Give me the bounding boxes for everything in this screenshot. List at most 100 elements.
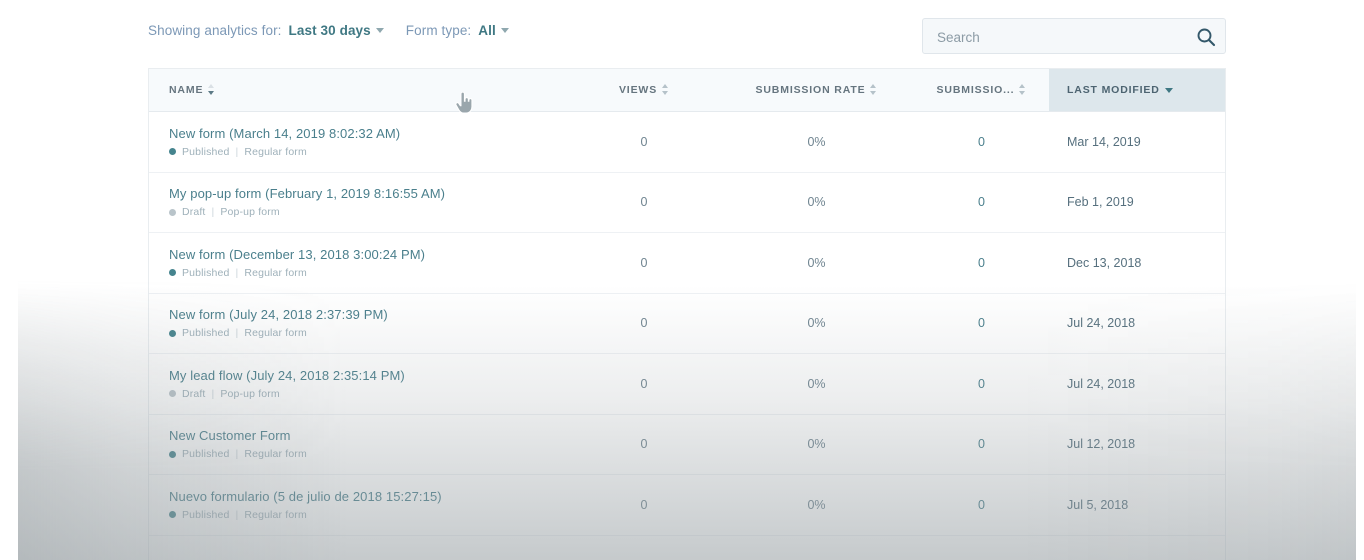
cell-submissions: 0: [914, 498, 1049, 512]
form-type-filter[interactable]: Form type: All: [406, 23, 509, 38]
column-header-submission-rate[interactable]: SUBMISSION RATE: [719, 69, 914, 111]
sort-descending-icon[interactable]: [1164, 84, 1173, 96]
table-body: New form (March 14, 2019 8:02:32 AM) Publ…: [149, 112, 1225, 560]
analytics-for-label: Showing analytics for:: [148, 23, 282, 38]
search-icon: [1197, 28, 1216, 47]
table-row[interactable]: My pop-up form (February 1, 2019 8:16:55…: [149, 173, 1225, 233]
status-label: Draft: [182, 387, 206, 400]
form-meta: Draft | Pop-up form: [169, 206, 569, 218]
form-type-label: Form type:: [405, 23, 472, 38]
cell-submission-rate: 0%: [807, 134, 826, 149]
cell-submissions: 0: [914, 377, 1049, 391]
table-row[interactable]: My lead flow (July 24, 2018 2:35:14 PM) D…: [149, 354, 1225, 415]
chevron-down-icon: [375, 27, 384, 33]
cell-last-modified: Jul 12, 2018: [1067, 437, 1136, 452]
form-name-link[interactable]: New form (March 14, 2019 8:02:32 AM): [169, 126, 569, 141]
right-page-margin: [1356, 0, 1364, 560]
meta-separator: |: [235, 448, 239, 461]
submissions-link[interactable]: 0: [978, 135, 985, 149]
submissions-link[interactable]: 0: [978, 437, 985, 451]
status-label: Published: [182, 327, 230, 340]
form-name-link[interactable]: My pop-up form (February 1, 2019 8:16:55…: [169, 186, 569, 201]
cell-name: New form (July 24, 2018 2:37:39 PM) Publi…: [149, 307, 569, 339]
table-header-row: NAME VIEWS SUBMISSION RATE SUBMISSIO... …: [149, 69, 1225, 112]
search-box[interactable]: [922, 18, 1226, 55]
status-dot-icon: [169, 511, 176, 519]
meta-separator: |: [211, 206, 215, 219]
column-header-name-label: NAME: [169, 84, 204, 96]
cell-submissions: 0: [914, 316, 1049, 330]
sort-icon[interactable]: [208, 84, 215, 96]
form-name-link[interactable]: New form (July 24, 2018 2:37:39 PM): [169, 307, 569, 322]
form-meta: Published | Regular form: [169, 509, 569, 521]
submissions-link[interactable]: 0: [978, 498, 985, 512]
cell-submission-rate: 0%: [807, 316, 826, 331]
cell-submissions: 0: [914, 437, 1049, 451]
meta-separator: |: [235, 145, 239, 158]
meta-separator: |: [235, 266, 239, 279]
submissions-link[interactable]: 0: [978, 256, 985, 270]
column-header-submissions[interactable]: SUBMISSIO...: [914, 69, 1049, 111]
status-dot-icon: [169, 450, 176, 458]
search-input[interactable]: [935, 19, 1189, 55]
form-name-link[interactable]: Nuevo formulario (5 de julio de 2018 15:…: [169, 489, 569, 504]
search-button[interactable]: [1195, 26, 1217, 48]
form-name-link[interactable]: New Customer Form: [169, 428, 569, 443]
status-dot-icon: [169, 208, 176, 216]
submissions-link[interactable]: 0: [978, 195, 985, 209]
forms-analytics-page: Showing analytics for: Last 30 days Form…: [18, 0, 1364, 560]
cell-last-modified: Mar 14, 2019: [1067, 134, 1141, 149]
cell-submission-rate: 0%: [807, 376, 826, 391]
cell-submission-rate: 0%: [807, 497, 826, 512]
table-row[interactable]: Nuevo formulario (5 de julio de 2018 15:…: [149, 475, 1225, 536]
form-name-link[interactable]: My lead flow (July 24, 2018 2:35:14 PM): [169, 368, 569, 383]
sort-icon[interactable]: [870, 84, 877, 96]
cell-name: New form (March 14, 2019 8:02:32 AM) Publ…: [149, 126, 569, 158]
form-type-label: Regular form: [244, 448, 307, 461]
chevron-down-icon: [500, 27, 509, 33]
column-header-views[interactable]: VIEWS: [569, 69, 719, 111]
column-header-name[interactable]: NAME: [149, 69, 569, 111]
form-type-label: Regular form: [244, 508, 307, 521]
table-row[interactable]: New Customer Form Published | Regular form 0…: [149, 415, 1225, 475]
cell-views: 0: [640, 255, 648, 270]
status-label: Published: [182, 448, 230, 461]
cell-last-modified: Jul 5, 2018: [1067, 497, 1129, 512]
date-range-filter[interactable]: Showing analytics for: Last 30 days: [148, 23, 384, 38]
column-header-last-modified[interactable]: LAST MODIFIED: [1049, 69, 1225, 111]
form-name-link[interactable]: New form (December 13, 2018 3:00:24 PM): [169, 247, 569, 262]
cell-views: 0: [640, 437, 648, 452]
sort-icon[interactable]: [662, 84, 669, 96]
sort-icon[interactable]: [1019, 84, 1026, 96]
status-dot-icon: [169, 269, 176, 277]
cell-submissions: 0: [914, 256, 1049, 270]
form-meta: Published | Regular form: [169, 448, 569, 460]
meta-separator: |: [211, 387, 215, 400]
cell-submissions: 0: [914, 195, 1049, 209]
form-meta: Published | Regular form: [169, 327, 569, 339]
table-row[interactable]: New form (March 14, 2019 8:02:32 AM) Publ…: [149, 112, 1225, 173]
table-row[interactable]: |: [149, 536, 1225, 560]
cell-submission-rate: 0%: [807, 195, 826, 210]
form-type-label: Regular form: [244, 266, 307, 279]
column-header-views-label: VIEWS: [618, 84, 658, 96]
status-label: Published: [182, 508, 230, 521]
cell-submissions: 0: [914, 135, 1049, 149]
cell-last-modified: Jul 24, 2018: [1067, 316, 1136, 331]
table-row[interactable]: New form (July 24, 2018 2:37:39 PM) Publi…: [149, 294, 1225, 354]
cell-last-modified: Dec 13, 2018: [1067, 255, 1142, 270]
date-range-value[interactable]: Last 30 days: [289, 23, 371, 38]
table-row[interactable]: New form (December 13, 2018 3:00:24 PM) P…: [149, 233, 1225, 294]
meta-separator: |: [235, 327, 239, 340]
screenshot-root: Showing analytics for: Last 30 days Form…: [0, 0, 1364, 560]
cell-name: My pop-up form (February 1, 2019 8:16:55…: [149, 186, 569, 218]
filter-bar: Showing analytics for: Last 30 days Form…: [148, 23, 509, 38]
meta-separator: |: [235, 508, 239, 521]
form-meta: Draft | Pop-up form: [169, 388, 569, 400]
submissions-link[interactable]: 0: [978, 377, 985, 391]
form-type-value[interactable]: All: [478, 23, 496, 38]
cell-name: New Customer Form Published | Regular form: [149, 428, 569, 460]
form-type-label: Pop-up form: [220, 387, 280, 400]
submissions-link[interactable]: 0: [978, 316, 985, 330]
cell-name: Nuevo formulario (5 de julio de 2018 15:…: [149, 489, 569, 521]
